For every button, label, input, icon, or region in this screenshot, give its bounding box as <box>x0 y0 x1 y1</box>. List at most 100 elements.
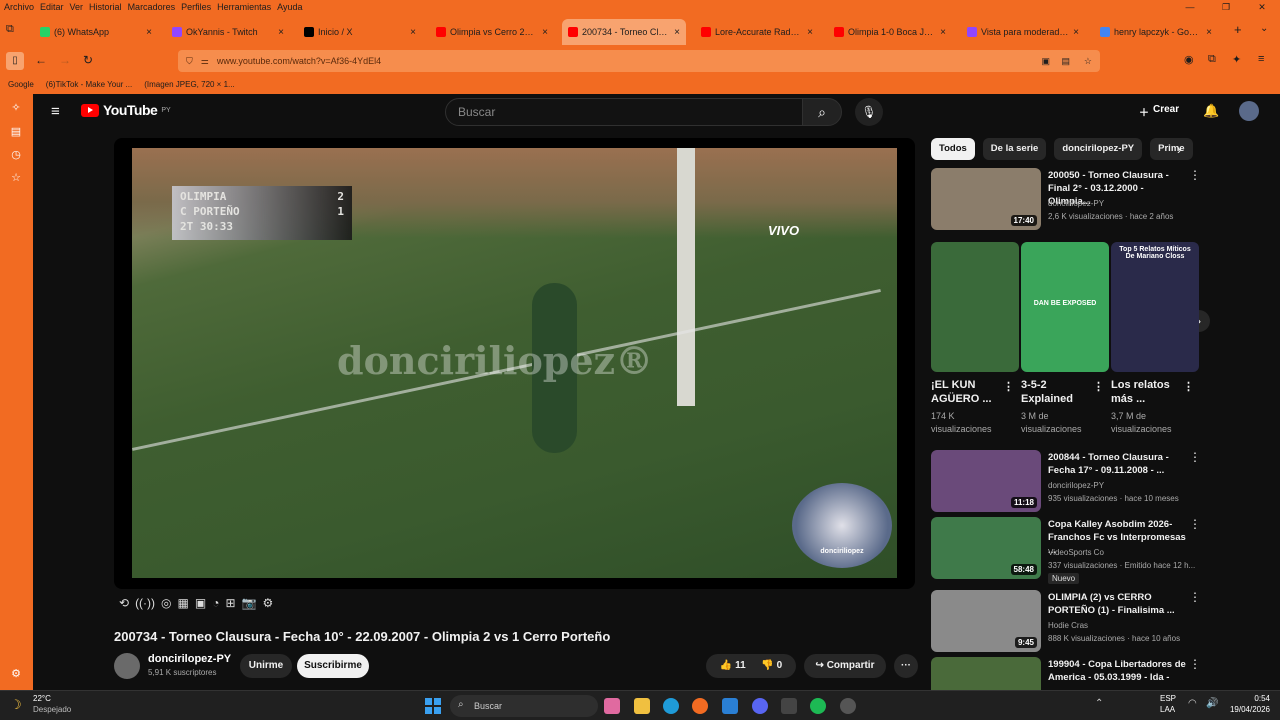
avatar[interactable] <box>1239 101 1259 121</box>
short-thumbnail[interactable]: DAN BE EXPOSED <box>1021 242 1109 372</box>
close-tab-icon[interactable]: × <box>278 27 284 38</box>
taskbar-search[interactable]: Buscar <box>450 695 598 717</box>
like-button[interactable]: 👍 11 <box>720 654 746 678</box>
url-bar[interactable]: ⛉ ⚌ www.youtube.com/watch?v=Af36-4YdEl4 … <box>178 50 1100 72</box>
browser-tab[interactable]: Inicio / X × <box>298 19 422 45</box>
reader-icon[interactable]: ▤ <box>1061 56 1070 67</box>
channel-name[interactable]: Hodie Cras <box>1048 621 1088 630</box>
account-icon[interactable]: ◉ <box>1184 53 1194 66</box>
browser-tab[interactable]: OkYannis - Twitch × <box>166 19 290 45</box>
picture-icon[interactable]: ▣ <box>1041 56 1050 67</box>
close-tab-icon[interactable]: × <box>410 27 416 38</box>
close-tab-icon[interactable]: × <box>674 27 680 38</box>
join-button[interactable]: Unirme <box>240 654 292 678</box>
video-title[interactable]: OLIMPIA (2) vs CERRO PORTEÑO (1) - Final… <box>1048 591 1188 617</box>
close-tab-icon[interactable]: × <box>1073 27 1079 38</box>
mail-icon[interactable] <box>722 698 738 714</box>
menu-item[interactable]: Marcadores <box>128 2 176 12</box>
sidebar-toggle-icon[interactable]: ▯ <box>6 52 24 70</box>
video-player[interactable]: OLIMPIA 2 C PORTEÑO 1 2T 30:33 VIVO donc… <box>114 138 915 589</box>
settings-gear-icon[interactable]: ⚙ <box>8 666 24 682</box>
search-icon[interactable]: ⌕ <box>802 98 842 126</box>
hamburger-icon[interactable]: ≡ <box>51 103 60 120</box>
recommended-video[interactable]: 58:48 Copa Kalley Asobdim 2026- Franchos … <box>931 517 1221 584</box>
bookmark-star-icon[interactable]: ☆ <box>1084 56 1092 67</box>
addon-icon[interactable]: ✦ <box>1232 53 1241 66</box>
extensions-icon[interactable]: ⧉ <box>1208 53 1216 66</box>
clock-time[interactable]: 0:54 <box>1224 694 1270 703</box>
file-explorer-icon[interactable] <box>634 698 650 714</box>
dislike-button[interactable]: 👎 0 <box>761 654 782 678</box>
chevron-down-icon[interactable]: ⌄ <box>1260 23 1268 34</box>
recommended-video[interactable]: 17:40 200050 - Torneo Clausura - Final 2°… <box>931 168 1221 230</box>
more-actions-icon[interactable]: ··· <box>894 654 918 678</box>
filter-chip[interactable]: doncirilopez-PY <box>1054 138 1143 160</box>
permissions-icon[interactable]: ⚌ <box>201 56 209 67</box>
search-input[interactable]: Buscar <box>445 98 803 126</box>
chips-next-icon[interactable]: › <box>1177 142 1181 157</box>
tray-chevron-icon[interactable]: ⌃ <box>1095 698 1103 709</box>
microphone-icon[interactable]: 🎙 <box>855 98 883 126</box>
clip-icon[interactable]: ▦ <box>178 596 189 616</box>
more-icon[interactable]: ⋮ <box>1189 590 1201 604</box>
bookmark-item[interactable]: (6)TikTok - Make Your ... <box>46 80 132 89</box>
close-icon[interactable]: ✕ <box>1244 0 1280 14</box>
more-icon[interactable]: ⋮ <box>1189 657 1201 671</box>
menu-item[interactable]: Perfiles <box>181 2 211 12</box>
more-icon[interactable]: ⋮ <box>1003 380 1014 394</box>
short-title[interactable]: Los relatos más ... <box>1111 378 1181 406</box>
close-tab-icon[interactable]: × <box>807 27 813 38</box>
weather-icon[interactable]: ☽ <box>10 697 22 713</box>
subscribe-button[interactable]: Suscribirme <box>297 654 369 678</box>
close-tab-icon[interactable]: × <box>146 27 152 38</box>
channel-name[interactable]: VideoSports Co <box>1048 548 1104 557</box>
channel-name[interactable]: doncirilopez-PY <box>1048 481 1104 490</box>
channel-avatar[interactable] <box>114 653 140 679</box>
browser-tab[interactable]: (6) WhatsApp × <box>34 19 158 45</box>
browser-tab[interactable]: Lore-Accurate Radahn × <box>695 19 819 45</box>
short-thumbnail[interactable]: Top 5 Relatos Míticos De Mariano Closs <box>1111 242 1199 372</box>
browser-tab[interactable]: 200734 - Torneo Clausu × <box>562 19 686 45</box>
video-thumbnail[interactable]: 58:48 <box>931 517 1041 579</box>
more-icon[interactable]: ⋮ <box>1189 450 1201 464</box>
menu-item[interactable]: Ayuda <box>277 2 302 12</box>
browser-tab[interactable]: Olimpia vs Cerro 2010 - Yo× <box>430 19 554 45</box>
browser-tab[interactable]: henry lapczyk - Google Se × <box>1094 19 1218 45</box>
video-thumbnail[interactable]: 11:18 <box>931 450 1041 512</box>
youtube-logo[interactable]: YouTube PY <box>81 102 171 118</box>
bookmark-item[interactable]: (Imagen JPEG, 720 × 1... <box>144 80 235 89</box>
menu-item[interactable]: Herramientas <box>217 2 271 12</box>
browser-tab[interactable]: Vista para moderadores de × <box>961 19 1085 45</box>
video-thumbnail[interactable]: 17:40 <box>931 168 1041 230</box>
channel-name[interactable]: doncirilopez-PY <box>1048 199 1104 208</box>
restore-icon[interactable]: ❐ <box>1208 0 1244 14</box>
recommended-video[interactable]: 9:45 OLIMPIA (2) vs CERRO PORTEÑO (1) - F… <box>931 590 1221 652</box>
share-button[interactable]: ↪ Compartir <box>804 654 886 678</box>
short-thumbnail[interactable] <box>931 242 1019 372</box>
reload-icon[interactable]: ↻ <box>83 53 93 67</box>
language[interactable]: ESP <box>1160 694 1176 703</box>
menu-item[interactable]: Historial <box>89 2 122 12</box>
new-tab-icon[interactable]: + <box>1234 22 1242 37</box>
menu-item[interactable]: Editar <box>40 2 64 12</box>
notifications-bell-icon[interactable]: 🔔 <box>1203 103 1219 119</box>
app-2-icon[interactable] <box>840 698 856 714</box>
recommended-video[interactable]: 11:18 200844 - Torneo Clausura - Fecha 17… <box>931 450 1221 512</box>
more-icon[interactable]: ⋮ <box>1189 517 1201 531</box>
copilot-icon[interactable] <box>604 698 620 714</box>
wifi-icon[interactable]: ◠ <box>1188 698 1197 709</box>
more-icon[interactable]: ⋮ <box>1183 380 1194 394</box>
video-frame[interactable]: OLIMPIA 2 C PORTEÑO 1 2T 30:33 VIVO donc… <box>132 148 897 578</box>
screenshot-icon[interactable]: 📷 <box>242 596 257 616</box>
view-icon[interactable]: ◎ <box>161 596 171 616</box>
ai-icon[interactable]: ✧ <box>8 100 24 116</box>
firefox-icon[interactable] <box>692 698 708 714</box>
discord-icon[interactable] <box>752 698 768 714</box>
tab-list-icon[interactable]: ⧉ <box>6 23 14 36</box>
windows-start-icon[interactable] <box>425 698 441 714</box>
create-button[interactable]: ＋ Crear <box>1139 104 1179 119</box>
filter-chip[interactable]: Prime <box>1150 138 1193 160</box>
bookmarks-icon[interactable]: ☆ <box>8 170 24 186</box>
close-tab-icon[interactable]: × <box>940 27 946 38</box>
settings-icon[interactable]: ⚙ <box>262 596 273 616</box>
